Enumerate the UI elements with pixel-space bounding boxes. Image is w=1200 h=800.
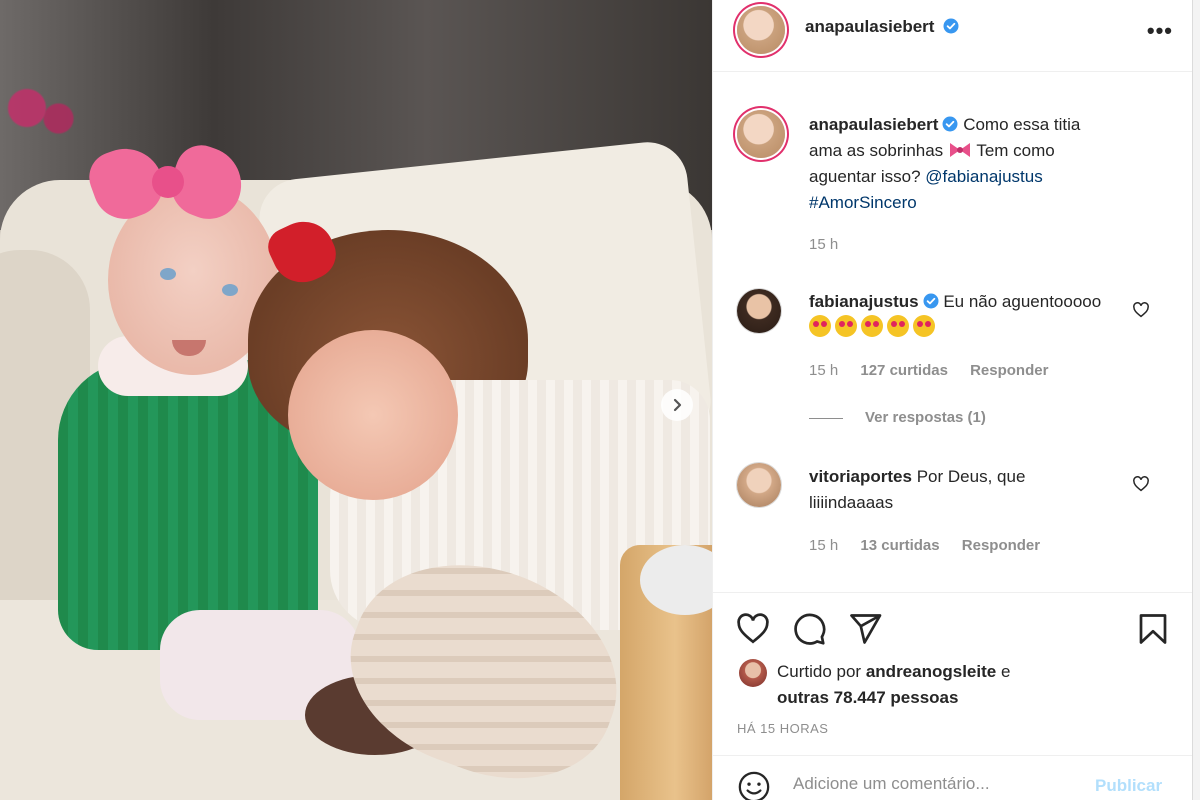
comment-time: 15 h xyxy=(809,362,839,379)
more-options-button[interactable]: ••• xyxy=(1147,18,1173,44)
comment-input[interactable] xyxy=(793,774,1073,794)
replies-divider xyxy=(809,418,843,419)
comment-composer: Publicar xyxy=(713,755,1193,800)
comment-username[interactable]: vitoriaportes xyxy=(809,467,912,486)
post-actions: Curtido por andreanogsleite e outras 78.… xyxy=(713,592,1193,800)
post-photo[interactable] xyxy=(0,0,712,800)
verified-icon xyxy=(923,293,939,309)
star-eyes-emoji-icon xyxy=(809,315,831,337)
comment-meta: 15 h 127 curtidas Responder xyxy=(809,362,1066,379)
star-eyes-emoji-icon xyxy=(861,315,883,337)
liked-by-text: Curtido por andreanogsleite e outras 78.… xyxy=(777,659,1010,711)
liked-by-connector: e xyxy=(1000,662,1011,681)
caption: anapaulasiebert Como essa titia ama as s… xyxy=(809,112,1109,216)
heart-icon[interactable] xyxy=(735,611,771,647)
comment-meta: 15 h 13 curtidas Responder xyxy=(809,537,1058,554)
share-icon[interactable] xyxy=(847,611,883,647)
comment-like-heart-icon[interactable] xyxy=(1132,475,1150,493)
photo-eye xyxy=(222,284,238,296)
post-sidebar: anapaulasiebert ••• anapaulasiebert Como… xyxy=(712,0,1193,800)
bookmark-icon[interactable] xyxy=(1135,611,1171,647)
comment-likes[interactable]: 127 curtidas xyxy=(860,362,948,379)
comment-text: fabianajustus Eu não aguentooooo xyxy=(809,289,1109,341)
comment-body: Eu não aguentooooo xyxy=(943,292,1102,311)
comment-avatar[interactable] xyxy=(737,289,781,333)
window-scrollbar[interactable] xyxy=(1192,0,1200,800)
publish-button[interactable]: Publicar xyxy=(1095,776,1162,796)
star-eyes-emoji-icon xyxy=(913,315,935,337)
post-date[interactable]: HÁ 15 HORAS xyxy=(737,721,828,736)
comment-reply-button[interactable]: Responder xyxy=(970,362,1048,379)
post-header: anapaulasiebert ••• xyxy=(713,0,1193,72)
view-replies-button[interactable]: Ver respostas (1) xyxy=(865,409,986,426)
author-avatar[interactable] xyxy=(737,6,785,54)
emoji-icon[interactable] xyxy=(737,770,771,800)
comment-like-heart-icon[interactable] xyxy=(1132,301,1150,319)
comment-icon[interactable] xyxy=(791,611,827,647)
comment-likes[interactable]: 13 curtidas xyxy=(860,537,939,554)
caption-time: 15 h xyxy=(809,236,839,253)
verified-icon xyxy=(942,116,958,132)
photo-girl-face xyxy=(288,330,458,500)
star-eyes-emoji-icon xyxy=(887,315,909,337)
comment-username[interactable]: fabianajustus xyxy=(809,292,919,311)
star-eyes-emoji-icon xyxy=(835,315,857,337)
comment-avatar[interactable] xyxy=(737,463,781,507)
next-photo-button[interactable] xyxy=(661,389,693,421)
caption-author-avatar[interactable] xyxy=(737,110,785,158)
author-name-row: anapaulasiebert xyxy=(805,17,959,37)
photo-flowers xyxy=(0,80,90,150)
photo-pink-bow xyxy=(82,138,252,238)
caption-author-username[interactable]: anapaulasiebert xyxy=(809,115,938,134)
liked-by-others[interactable]: outras 78.447 pessoas xyxy=(777,688,958,707)
caption-mention[interactable]: @fabianajustus xyxy=(925,167,1042,186)
chevron-right-icon xyxy=(673,398,682,412)
ribbon-emoji-icon xyxy=(949,143,970,157)
comment-reply-button[interactable]: Responder xyxy=(962,537,1040,554)
author-username[interactable]: anapaulasiebert xyxy=(805,17,934,36)
verified-icon xyxy=(943,18,959,34)
caption-hashtag[interactable]: #AmorSincero xyxy=(809,193,917,212)
photo-eye xyxy=(160,268,176,280)
comment-text: vitoriaportes Por Deus, que liiiindaaaas xyxy=(809,464,1109,516)
liked-by-user[interactable]: andreanogsleite xyxy=(866,662,996,681)
more-icon: ••• xyxy=(1146,18,1173,43)
liked-by-prefix: Curtido por xyxy=(777,662,862,681)
comment-time: 15 h xyxy=(809,537,839,554)
liked-by-avatar[interactable] xyxy=(739,659,767,687)
